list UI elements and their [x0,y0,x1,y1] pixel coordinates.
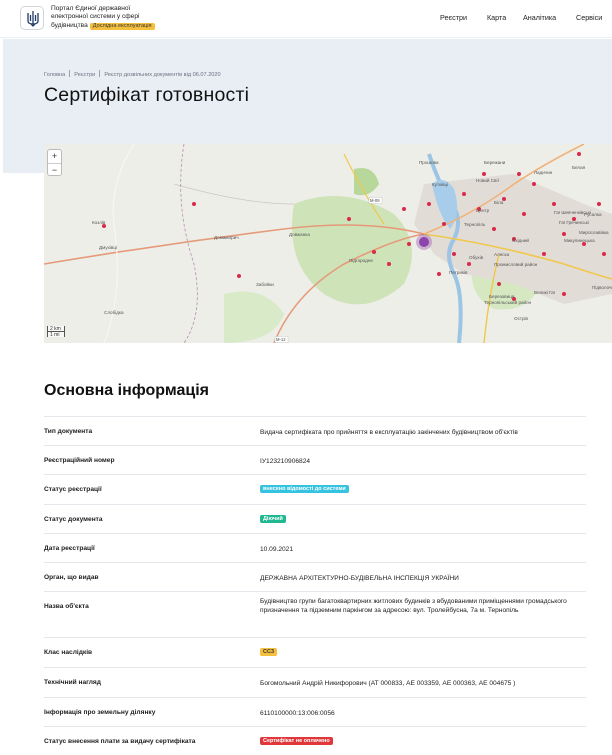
map-place-label: Забойки [256,281,274,287]
info-row: Статус документа Діючий [44,504,586,533]
map-place-label: Центр [476,208,490,213]
info-table: Тип документа Видача сертифіката про прий… [44,416,586,755]
nav-analytics[interactable]: Аналітика [523,13,556,22]
breadcrumb-permit-registry[interactable]: Реєстр дозвільних документів від 06.07.2… [104,72,220,78]
info-label: Клас наслідків [44,649,93,656]
status-badge: Діючий [260,515,286,523]
info-row: Інформація про земельну ділянку 611010000… [44,697,586,726]
page-title: Сертифікат готовності [44,84,250,106]
map-canvas[interactable]: Козлів Дмухівці Слобідка Довжанка Домаморич З… [44,144,612,343]
info-row: Дата реєстрації 10.09.2021 [44,533,586,562]
map-place-label: Ладичин [534,170,553,175]
zoom-out-button[interactable]: − [48,163,61,176]
info-value: 10.09.2021 [260,546,294,553]
info-row: Технічний нагляд Богомольний Андрій Никиф… [44,667,586,697]
map-place-label: Козлів [92,220,106,225]
info-value: 6110100000:13:006:0056 [260,710,335,717]
map-place-label: Бережани [484,160,506,165]
map-place-label: Підгородне [349,258,373,263]
map-place-label: Кутківці [432,182,448,187]
road-label: М-12 [276,337,286,342]
map-place-label: Петриків [449,270,468,275]
info-label: Статус реєстрації [44,486,102,493]
map-place-label: Довжанка [289,232,310,237]
map-place-label: Біла [494,200,504,205]
status-badge: внесено відомості до системи [260,485,349,493]
portal-name-line: електронної системи у сфері [51,13,140,21]
status-badge: СС3 [260,648,278,656]
map-place-label: Тернопіль [464,222,486,227]
info-value: ІУ123210906824 [260,458,311,465]
info-value: СС3 [260,647,586,656]
info-value: Сертифікат не оплачено [260,736,586,745]
info-label: Технічний нагляд [44,679,101,686]
info-row: Реєстраційний номер ІУ123210906824 [44,445,586,474]
info-value: Діючий [260,514,586,523]
info-row: Статус реєстрації внесено відомості до си… [44,474,586,504]
road-label: М-09 [370,198,380,203]
map-place-label: Прошова [419,160,439,165]
map-place-label: Домаморич [214,235,239,240]
info-label: Тип документа [44,428,93,435]
map-place-label: Обухів [469,255,484,260]
status-badge: Сертифікат не оплачено [260,737,333,745]
info-value: ДЕРЖАВНА АРХІТЕКТУРНО-БУДІВЕЛЬНА ІНСПЕКЦ… [260,575,459,582]
portal-name-line: будівництва [51,21,88,29]
info-row: Орган, що видав ДЕРЖАВНА АРХІТЕКТУРНО-БУД… [44,562,586,591]
map-place-label: Слобідка [104,310,124,315]
info-value: внесено відомості до системи [260,484,586,493]
info-row: Тип документа Видача сертифіката про прий… [44,416,586,445]
nav-registries[interactable]: Реєстри [440,13,467,22]
nav-map[interactable]: Карта [487,13,506,22]
top-bar: Портал Єдиної державної електронної сист… [0,0,612,38]
zoom-control: + − [47,149,62,176]
info-value: Будівництво групи багатоквартирних житло… [260,598,567,614]
info-row: Статус внесення плати за видачу сертифік… [44,726,586,755]
beta-badge: Дослідна експлуатація [89,22,155,30]
info-row: Клас наслідків СС3 [44,637,586,667]
map-place-label: Гаї Гречинські [559,220,589,225]
info-label: Реєстраційний номер [44,457,115,464]
zoom-in-button[interactable]: + [48,150,61,163]
info-row: Назва об'єкта Будівництво групи багатоква… [44,591,586,637]
map-place-label: Белая [572,165,586,170]
nav-services[interactable]: Сервіси [576,13,602,22]
map-place-label: Підволочиське [592,285,612,290]
info-label: Дата реєстрації [44,545,95,552]
map-place-label: Березовиця [489,294,515,299]
info-label: Орган, що видав [44,574,99,581]
info-label: Статус документа [44,516,103,523]
map-place-label: Острів [514,316,529,321]
location-map[interactable]: Козлів Дмухівці Слобідка Довжанка Домаморич З… [44,144,612,343]
map-place-label: Промисловий район [494,261,538,267]
map-place-label: Дмухівці [99,245,117,250]
info-value: Богомольний Андрій Никифорович (АТ 00083… [260,680,516,687]
map-place-label: Микулинецька [564,238,595,243]
map-scale: 2 km 1 mi [47,326,65,338]
info-label: Назва об'єкта [44,603,89,610]
map-place-label: Великі Гаї [534,290,556,295]
trident-logo-icon[interactable] [20,6,44,30]
map-place-label: Мирославівка [579,230,609,235]
map-place-label: Тернопільський район [484,299,532,305]
breadcrumb-registries[interactable]: Реєстри [74,72,95,78]
map-place-label: Новий Світ [476,177,500,183]
map-place-label: Гаї Шевченківські [554,210,591,215]
breadcrumb-home[interactable]: Головна [44,72,65,78]
map-place-label: Східний [512,237,529,243]
info-label: Статус внесення плати за видачу сертифік… [44,738,196,745]
info-label: Інформація про земельну ділянку [44,709,156,716]
breadcrumb: Головна Реєстри Реєстр дозвільних документ… [44,70,221,78]
map-place-label: Аляска [494,252,510,257]
portal-name[interactable]: Портал Єдиної державної електронної сист… [51,5,181,30]
section-title: Основна інформація [44,382,209,399]
info-value: Видача сертифіката про прийняття в експл… [260,429,518,436]
scale-mi: 1 mi [47,331,65,338]
